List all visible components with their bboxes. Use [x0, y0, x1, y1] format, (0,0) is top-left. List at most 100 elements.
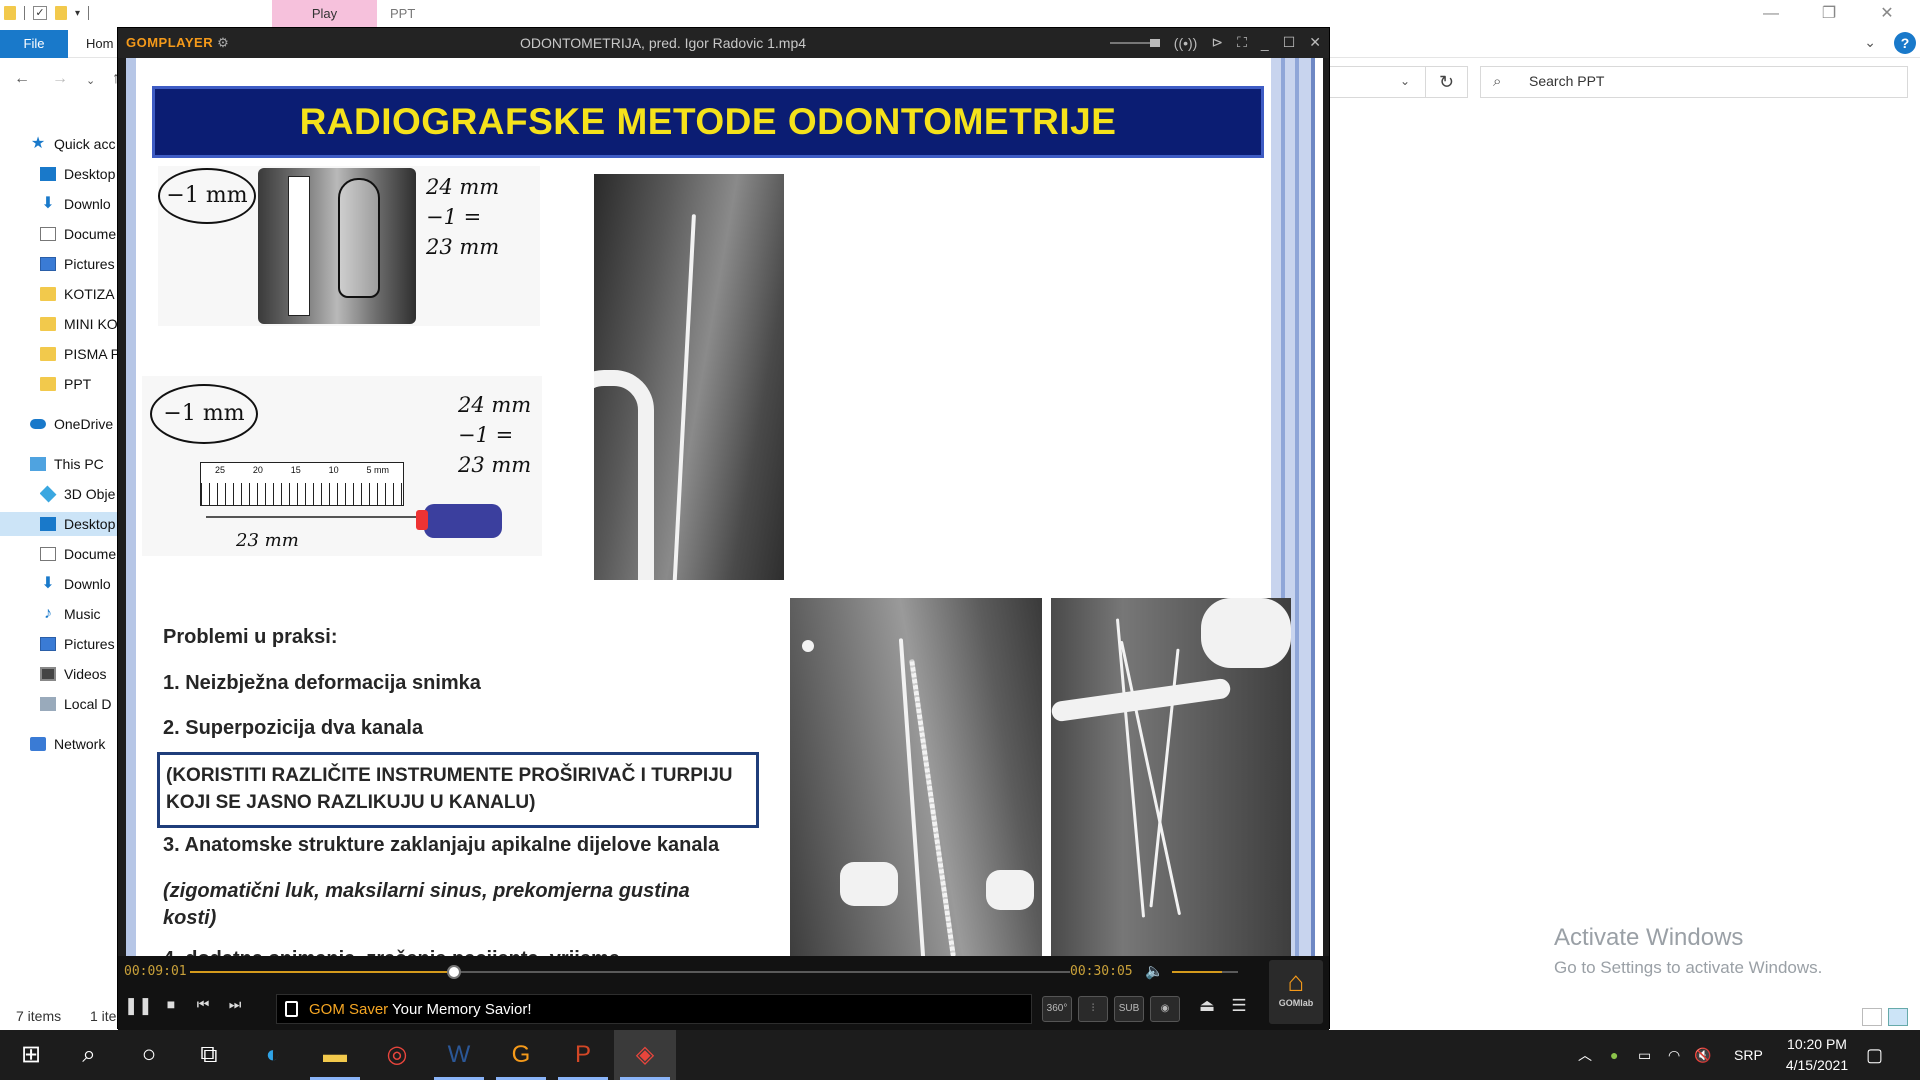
- sidebar-item-desktop-pc[interactable]: Desktop: [0, 512, 118, 536]
- problem-3-note: (zigomatični luk, maksilarni sinus, prek…: [163, 880, 690, 929]
- next-button[interactable]: ⏭: [222, 996, 248, 1013]
- recent-locations-icon[interactable]: ⌄: [86, 74, 95, 87]
- task-view-icon[interactable]: ⧉: [178, 1030, 240, 1080]
- refresh-button[interactable]: ↻: [1426, 66, 1468, 98]
- seek-progress: [190, 971, 454, 973]
- toolbar-divider: [24, 6, 25, 20]
- previous-button[interactable]: ⏮: [190, 996, 216, 1013]
- minimize-button[interactable]: —: [1742, 0, 1800, 28]
- tooth-xray-thumbnail: [258, 168, 416, 324]
- document-icon: [40, 547, 56, 561]
- disk-icon: [40, 697, 56, 711]
- xray-image-molar: [1051, 598, 1291, 960]
- start-icon[interactable]: ⊞: [0, 1030, 62, 1080]
- gom-active-icon[interactable]: ◈: [614, 1030, 676, 1080]
- crown-restoration: [1201, 598, 1291, 668]
- word-icon[interactable]: W: [428, 1030, 490, 1080]
- search-input[interactable]: [1529, 73, 1889, 89]
- cortana-icon[interactable]: ○: [118, 1030, 180, 1080]
- address-box[interactable]: [1330, 66, 1426, 98]
- search-box[interactable]: ⌕: [1480, 66, 1908, 98]
- chrome-icon[interactable]: ◎: [366, 1030, 428, 1080]
- clock[interactable]: 10:20 PM 4/15/2021: [1772, 1034, 1862, 1076]
- capture-icon[interactable]: ◉: [1150, 996, 1180, 1022]
- download-icon: ⬇: [41, 575, 55, 592]
- desktop-icon: [40, 167, 56, 181]
- large-icons-view-icon[interactable]: [1888, 1008, 1908, 1026]
- horizontal-ruler: 25 20 15 10 5 mm: [200, 462, 404, 506]
- calculation-note: 24 mm −1 = 23 mm: [426, 175, 500, 259]
- search-icon: ⌕: [1493, 73, 1502, 90]
- ruler-label: 10: [328, 465, 339, 475]
- help-icon[interactable]: ?: [1894, 32, 1916, 54]
- properties-icon[interactable]: ✓: [33, 6, 47, 20]
- folder-icon: [40, 347, 56, 361]
- search-icon[interactable]: ⌕: [58, 1030, 120, 1080]
- maximize-icon[interactable]: ☐: [1283, 34, 1296, 51]
- onedrive-icon: [30, 419, 46, 429]
- wifi-icon[interactable]: ◠: [1668, 1030, 1680, 1080]
- details-view-icon[interactable]: [1862, 1008, 1882, 1026]
- language-indicator[interactable]: SRP: [1734, 1030, 1763, 1080]
- new-folder-icon[interactable]: [55, 6, 67, 20]
- powerpoint-icon[interactable]: P: [552, 1030, 614, 1080]
- expand-ribbon-icon[interactable]: ⌄: [1864, 34, 1876, 51]
- folder-icon: [4, 6, 16, 20]
- notifications-icon[interactable]: ▢: [1866, 1030, 1883, 1080]
- close-icon[interactable]: ✕: [1309, 34, 1321, 51]
- show-hidden-icons[interactable]: ︿: [1578, 1030, 1592, 1080]
- ruler-ticks: [201, 483, 403, 505]
- control-panel-icon[interactable]: ⫶: [1078, 996, 1108, 1022]
- subtitle-button[interactable]: SUB: [1114, 996, 1144, 1022]
- problems-heading: Problemi u praksi:: [163, 626, 338, 648]
- always-on-top-icon[interactable]: ⊳: [1211, 34, 1223, 51]
- opacity-slider[interactable]: [1109, 38, 1160, 47]
- document-icon: [40, 227, 56, 241]
- clamp-shadow: [594, 370, 654, 580]
- audio-output-icon[interactable]: ((•)): [1174, 35, 1198, 51]
- tab-home[interactable]: Hom: [86, 30, 113, 58]
- boxed-note: (KORISTITI RAZLIČITE INSTRUMENTE PROŠIRI…: [157, 752, 759, 828]
- minus-one-mm-oval: −1 mm: [158, 168, 256, 224]
- file-explorer-icon[interactable]: ▬: [304, 1030, 366, 1080]
- lock-icon: [285, 1001, 298, 1017]
- vr-360-button[interactable]: 360°: [1042, 996, 1072, 1022]
- open-file-icon[interactable]: ⏏: [1194, 996, 1220, 1016]
- forward-icon[interactable]: →: [52, 70, 68, 88]
- seek-slider[interactable]: [190, 965, 1070, 979]
- video-frame[interactable]: RADIOGRAFSKE METODE ODONTOMETRIJE −1 mm …: [126, 58, 1323, 988]
- menu-icon[interactable]: ☰: [1226, 996, 1252, 1016]
- vertical-ruler: [288, 176, 310, 316]
- fullscreen-icon[interactable]: ⛶: [1237, 34, 1247, 51]
- ticker-text: Your Memory Savior!: [392, 1001, 532, 1018]
- restore-button[interactable]: ❐: [1800, 0, 1858, 28]
- ruler-label: 5 mm: [366, 465, 390, 475]
- item-count: 7 items: [16, 1008, 62, 1024]
- slide-left-border: [126, 58, 136, 988]
- problem-2: 2. Superpozicija dva kanala: [163, 717, 424, 739]
- battery-icon[interactable]: ▭: [1638, 1030, 1651, 1080]
- contextual-tab-play[interactable]: Play: [272, 0, 377, 28]
- address-dropdown-icon[interactable]: ⌄: [1400, 74, 1410, 88]
- customize-toolbar-icon[interactable]: ▾: [75, 8, 80, 19]
- seek-bar-row: 00:09:01 00:30:05 🔈: [118, 956, 1329, 988]
- edge-icon[interactable]: ◐: [242, 1030, 304, 1080]
- pause-button[interactable]: ❚❚: [124, 996, 153, 1016]
- videos-icon: [40, 667, 56, 681]
- playback-controls: ❚❚ ■ ⏮ ⏭ GOM Saver Your Memory Savior! 3…: [118, 960, 1329, 1030]
- tray-app-icon[interactable]: ●: [1610, 1030, 1618, 1080]
- measurement-result: 23 mm: [236, 530, 299, 551]
- volume-icon[interactable]: 🔈: [1145, 962, 1164, 980]
- seek-handle[interactable]: [447, 965, 461, 979]
- close-button[interactable]: ✕: [1858, 0, 1916, 28]
- music-icon: ♪: [44, 605, 52, 622]
- tab-file[interactable]: File: [0, 30, 68, 58]
- gomlab-button[interactable]: ⌂ GOMlab: [1269, 960, 1323, 1024]
- minimize-icon[interactable]: _: [1261, 35, 1269, 51]
- speaker-muted-icon[interactable]: 🔇: [1694, 1030, 1711, 1080]
- gom-player-taskbar-icon[interactable]: G: [490, 1030, 552, 1080]
- volume-slider[interactable]: [1172, 971, 1238, 973]
- stop-button[interactable]: ■: [158, 996, 184, 1012]
- news-ticker[interactable]: GOM Saver Your Memory Savior!: [276, 994, 1032, 1024]
- back-icon[interactable]: ←: [14, 70, 30, 88]
